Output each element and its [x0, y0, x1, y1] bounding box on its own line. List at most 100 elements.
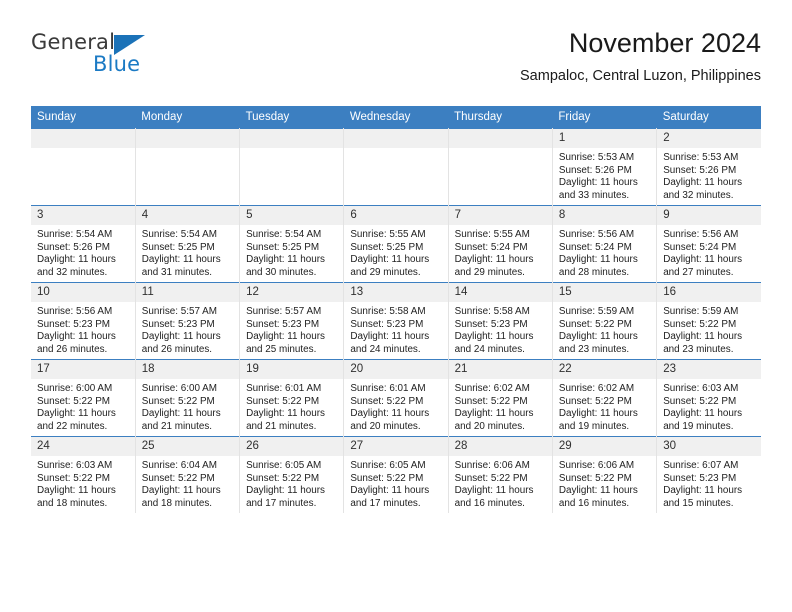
day-details: Sunrise: 6:01 AM Sunset: 5:22 PM Daylight:…: [240, 379, 343, 433]
daylight-text: Daylight: 11 hours: [350, 408, 430, 420]
calendar-day-cell[interactable]: 7 Sunrise: 5:55 AM Sunset: 5:24 PM Daylight…: [448, 205, 553, 283]
general-blue-logo[interactable]: General Blue: [31, 30, 171, 86]
sunrise-text: Sunrise: 5:54 AM: [141, 229, 217, 240]
day-details: Sunrise: 5:57 AM Sunset: 5:23 PM Daylight:…: [136, 302, 239, 356]
calendar-day-cell[interactable]: 27 Sunrise: 6:05 AM Sunset: 5:22 PM Dayligh…: [343, 436, 449, 513]
daylight-text: and 25 minutes.: [246, 343, 317, 355]
daylight-text: Daylight: 11 hours: [350, 331, 430, 343]
sunrise-text: Sunrise: 5:56 AM: [663, 229, 739, 240]
calendar-day-cell[interactable]: 9 Sunrise: 5:56 AM Sunset: 5:24 PM Daylight…: [656, 205, 761, 283]
daylight-text: Daylight: 11 hours: [350, 254, 430, 266]
day-details: Sunrise: 6:00 AM Sunset: 5:22 PM Daylight:…: [136, 379, 239, 433]
daylight-text: and 26 minutes.: [37, 343, 108, 355]
calendar-day-cell[interactable]: 23 Sunrise: 6:03 AM Sunset: 5:22 PM Dayligh…: [656, 359, 761, 437]
day-details: Sunrise: 5:53 AM Sunset: 5:26 PM Daylight:…: [657, 148, 761, 202]
day-details: Sunrise: 6:03 AM Sunset: 5:22 PM Daylight:…: [657, 379, 761, 433]
day-details: Sunrise: 5:59 AM Sunset: 5:22 PM Daylight:…: [657, 302, 761, 356]
calendar-day-cell[interactable]: 21 Sunrise: 6:02 AM Sunset: 5:22 PM Dayligh…: [448, 359, 553, 437]
daylight-text: and 15 minutes.: [663, 497, 734, 509]
daylight-text: Daylight: 11 hours: [558, 485, 638, 497]
calendar-day-cell[interactable]: 11 Sunrise: 5:57 AM Sunset: 5:23 PM Dayligh…: [135, 282, 241, 360]
sunset-text: Sunset: 5:24 PM: [558, 241, 632, 253]
calendar-week-row: 10 Sunrise: 5:56 AM Sunset: 5:23 PM Dayligh…: [31, 282, 761, 360]
day-number: 19: [240, 360, 344, 379]
calendar-day-cell[interactable]: 10 Sunrise: 5:56 AM Sunset: 5:23 PM Dayligh…: [31, 282, 136, 360]
sunset-text: Sunset: 5:22 PM: [141, 395, 215, 407]
day-number: 17: [31, 360, 135, 379]
daylight-text: Daylight: 11 hours: [350, 485, 430, 497]
day-number: [31, 129, 135, 148]
daylight-text: Daylight: 11 hours: [663, 485, 743, 497]
calendar-day-cell[interactable]: 22 Sunrise: 6:02 AM Sunset: 5:22 PM Dayligh…: [552, 359, 658, 437]
calendar-day-cell[interactable]: 18 Sunrise: 6:00 AM Sunset: 5:22 PM Dayligh…: [135, 359, 241, 437]
sunrise-text: Sunrise: 5:57 AM: [246, 306, 322, 317]
sunset-text: Sunset: 5:25 PM: [246, 241, 320, 253]
daylight-text: and 28 minutes.: [558, 266, 630, 278]
calendar-day-cell[interactable]: 13 Sunrise: 5:58 AM Sunset: 5:23 PM Dayligh…: [343, 282, 449, 360]
calendar-day-cell[interactable]: 4 Sunrise: 5:54 AM Sunset: 5:25 PM Daylight…: [135, 205, 241, 283]
calendar-day-cell[interactable]: 15 Sunrise: 5:59 AM Sunset: 5:22 PM Dayligh…: [552, 282, 658, 360]
calendar-day-cell[interactable]: 3 Sunrise: 5:54 AM Sunset: 5:26 PM Daylight…: [31, 205, 136, 283]
sunrise-text: Sunrise: 6:02 AM: [558, 383, 635, 394]
calendar-day-cell[interactable]: 25 Sunrise: 6:04 AM Sunset: 5:22 PM Dayligh…: [135, 436, 241, 513]
daylight-text: and 16 minutes.: [454, 497, 525, 509]
calendar-day-cell[interactable]: 14 Sunrise: 5:58 AM Sunset: 5:23 PM Dayligh…: [448, 282, 553, 360]
title-block: November 2024 Sampaloc, Central Luzon, P…: [520, 26, 761, 87]
day-details: Sunrise: 5:54 AM Sunset: 5:25 PM Daylight:…: [240, 225, 343, 279]
daylight-text: and 21 minutes.: [246, 420, 317, 432]
sunrise-text: Sunrise: 5:57 AM: [141, 306, 217, 317]
day-number: 11: [135, 283, 240, 302]
calendar-day-cell[interactable]: 8 Sunrise: 5:56 AM Sunset: 5:24 PM Daylight…: [552, 205, 658, 283]
daylight-text: and 31 minutes.: [141, 266, 213, 278]
calendar-day-cell[interactable]: 19 Sunrise: 6:01 AM Sunset: 5:22 PM Dayligh…: [239, 359, 345, 437]
calendar-grid: Sunday Monday Tuesday Wednesday Thursday Frid…: [31, 106, 761, 513]
day-number: 18: [135, 360, 240, 379]
day-details: Sunrise: 6:06 AM Sunset: 5:22 PM Daylight:…: [553, 456, 656, 510]
day-number: 5: [240, 206, 344, 225]
daylight-text: and 18 minutes.: [37, 497, 108, 509]
calendar-day-cell[interactable]: 1 Sunrise: 5:53 AM Sunset: 5:26 PM Daylight…: [552, 128, 658, 206]
day-number: 10: [31, 283, 135, 302]
sunrise-text: Sunrise: 6:03 AM: [37, 460, 113, 471]
day-number: 7: [448, 206, 552, 225]
day-details: Sunrise: 5:55 AM Sunset: 5:25 PM Daylight:…: [344, 225, 447, 279]
day-details: Sunrise: 6:04 AM Sunset: 5:22 PM Daylight:…: [136, 456, 239, 510]
calendar-day-cell[interactable]: 29 Sunrise: 6:06 AM Sunset: 5:22 PM Dayligh…: [552, 436, 658, 513]
calendar-header-row: Sunday Monday Tuesday Wednesday Thursday Frid…: [31, 106, 761, 129]
calendar-day-cell[interactable]: 2 Sunrise: 5:53 AM Sunset: 5:26 PM Daylight…: [656, 128, 761, 206]
sunset-text: Sunset: 5:23 PM: [37, 318, 111, 330]
weekday-header-thursday: Thursday: [448, 106, 553, 129]
calendar-day-cell[interactable]: 28 Sunrise: 6:06 AM Sunset: 5:22 PM Dayligh…: [448, 436, 553, 513]
day-details: [344, 148, 447, 152]
sunset-text: Sunset: 5:22 PM: [350, 472, 424, 484]
day-number: 1: [552, 129, 657, 148]
day-number: 14: [448, 283, 552, 302]
sunrise-text: Sunrise: 5:53 AM: [558, 152, 635, 163]
calendar-day-cell[interactable]: 26 Sunrise: 6:05 AM Sunset: 5:22 PM Dayligh…: [239, 436, 345, 513]
sunset-text: Sunset: 5:22 PM: [558, 472, 632, 484]
daylight-text: Daylight: 11 hours: [454, 254, 534, 266]
daylight-text: Daylight: 11 hours: [246, 331, 325, 343]
daylight-text: Daylight: 11 hours: [141, 485, 221, 497]
calendar-day-cell[interactable]: 24 Sunrise: 6:03 AM Sunset: 5:22 PM Dayligh…: [31, 436, 136, 513]
daylight-text: and 22 minutes.: [37, 420, 108, 432]
daylight-text: Daylight: 11 hours: [454, 485, 534, 497]
day-details: Sunrise: 5:58 AM Sunset: 5:23 PM Daylight:…: [449, 302, 552, 356]
daylight-text: and 32 minutes.: [663, 189, 734, 201]
day-details: Sunrise: 5:56 AM Sunset: 5:24 PM Daylight:…: [657, 225, 761, 279]
calendar-day-cell[interactable]: 17 Sunrise: 6:00 AM Sunset: 5:22 PM Dayligh…: [31, 359, 136, 437]
calendar-day-cell[interactable]: 6 Sunrise: 5:55 AM Sunset: 5:25 PM Daylight…: [343, 205, 449, 283]
calendar-week-row: 3 Sunrise: 5:54 AM Sunset: 5:26 PM Daylight…: [31, 205, 761, 283]
day-details: Sunrise: 5:54 AM Sunset: 5:25 PM Daylight:…: [136, 225, 239, 279]
daylight-text: and 17 minutes.: [246, 497, 317, 509]
calendar-day-cell[interactable]: 12 Sunrise: 5:57 AM Sunset: 5:23 PM Dayligh…: [239, 282, 345, 360]
sunrise-text: Sunrise: 5:58 AM: [350, 306, 426, 317]
calendar-day-cell[interactable]: 30 Sunrise: 6:07 AM Sunset: 5:23 PM Dayligh…: [656, 436, 761, 513]
calendar-day-cell[interactable]: 16 Sunrise: 5:59 AM Sunset: 5:22 PM Dayligh…: [656, 282, 761, 360]
daylight-text: Daylight: 11 hours: [663, 254, 743, 266]
sunset-text: Sunset: 5:23 PM: [663, 472, 737, 484]
day-number: [344, 129, 448, 148]
calendar-day-cell[interactable]: 20 Sunrise: 6:01 AM Sunset: 5:22 PM Dayligh…: [343, 359, 449, 437]
calendar-day-cell[interactable]: 5 Sunrise: 5:54 AM Sunset: 5:25 PM Daylight…: [239, 205, 345, 283]
sunset-text: Sunset: 5:23 PM: [246, 318, 320, 330]
